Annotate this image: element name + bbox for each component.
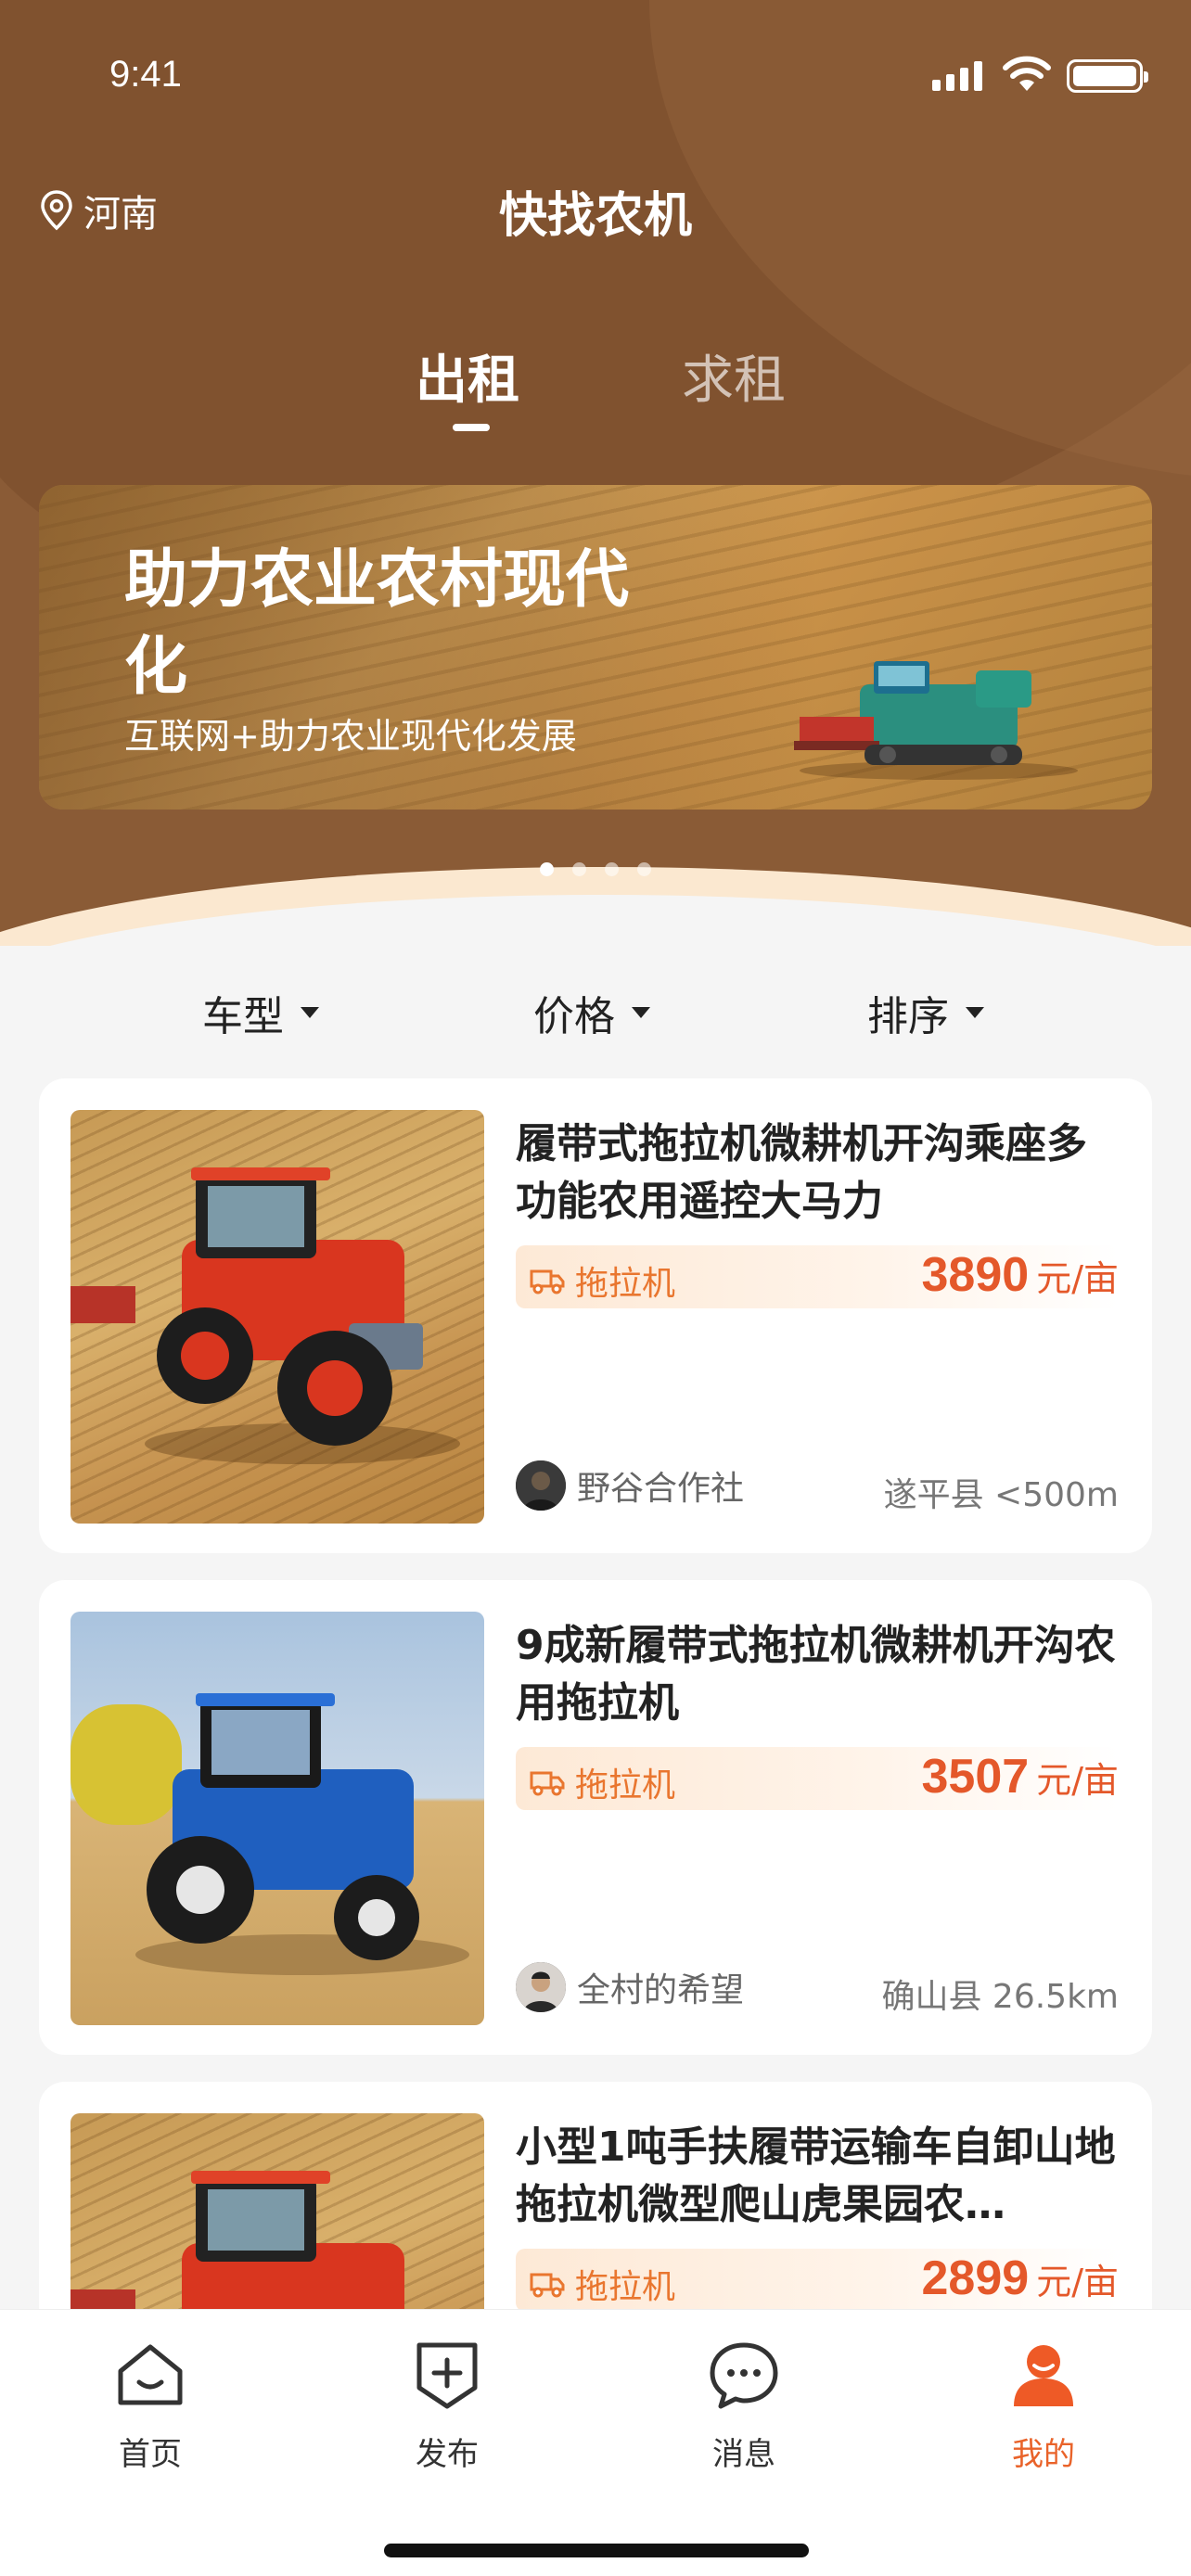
price-value: 3507 (921, 1750, 1030, 1804)
filter-bar: 车型 价格 排序 (0, 983, 1191, 1048)
listing-location: 确山县 26.5km (881, 1978, 1119, 2016)
filter-sort[interactable]: 排序 (867, 983, 984, 1042)
listing-title: 履带式拖拉机微耕机开沟乘座多功能农用遥控大马力 (516, 1120, 1087, 1225)
listing-tag-row: 拖拉机 3890 元/亩 (516, 1245, 1119, 1308)
listing-price: 2899 元/亩 (922, 2251, 1120, 2306)
tab-home[interactable]: 首页 (76, 2338, 224, 2474)
listing-card[interactable]: 履带式拖拉机微耕机开沟乘座多功能农用遥控大马力 拖拉机 3890 元/亩 野谷合… (39, 1078, 1152, 1553)
tab-label: 我的 (1012, 2436, 1075, 2473)
listing-image (70, 1612, 484, 2025)
avatar (516, 1460, 566, 1511)
bottom-tab-bar: 首页 发布 消息 我的 (0, 2309, 1191, 2576)
filter-label: 车型 (202, 993, 284, 1040)
price-value: 3890 (921, 1248, 1030, 1302)
red-tractor-image (70, 1167, 460, 1464)
message-icon (710, 2342, 778, 2409)
status-bar: 9:41 (0, 46, 1191, 111)
truck-icon (530, 2273, 565, 2298)
banner-dot-3[interactable] (605, 862, 619, 876)
banner-pagination (0, 862, 1191, 876)
seller-info[interactable]: 野谷合作社 (516, 1460, 744, 1511)
banner-dot-4[interactable] (637, 862, 651, 876)
banner-subtitle: 互联网+助力农业现代化发展 (124, 716, 577, 757)
blue-tractor-image (70, 1693, 469, 1975)
caret-down-icon (301, 1007, 319, 1018)
truck-icon (530, 1771, 565, 1796)
listing-image (70, 1110, 484, 1524)
banner-dot-2[interactable] (572, 862, 586, 876)
page-title: 快找农机 (498, 188, 692, 244)
price-unit: 元/亩 (1036, 1760, 1119, 1801)
active-tab-indicator (453, 424, 490, 431)
listing-card[interactable]: 9成新履带式拖拉机微耕机开沟农用拖拉机 拖拉机 3507 元/亩 全村的希望 确… (39, 1580, 1152, 2055)
wifi-icon (1003, 56, 1051, 91)
tab-rent-wanted[interactable]: 求租 (682, 338, 786, 414)
nav-bar: 河南 快找农机 (0, 176, 1191, 244)
profile-icon (1014, 2345, 1073, 2406)
listing-title: 9成新履带式拖拉机微耕机开沟农用拖拉机 (516, 1622, 1116, 1727)
seller-info[interactable]: 全村的希望 (516, 1962, 744, 2012)
publish-icon (416, 2342, 478, 2409)
avatar (516, 1962, 566, 2012)
listing-category: 拖拉机 (575, 1766, 676, 1804)
listing-price: 3507 元/亩 (922, 1749, 1120, 1804)
caret-down-icon (632, 1007, 650, 1018)
tab-profile[interactable]: 我的 (969, 2338, 1118, 2474)
status-time: 9:41 (109, 54, 182, 95)
tab-publish[interactable]: 发布 (373, 2338, 521, 2474)
filter-price[interactable]: 价格 (533, 983, 650, 1042)
rent-tabs: 出租 求租 (0, 338, 1191, 440)
promo-banner[interactable]: 助力农业农村现代化 互联网+助力农业现代化发展 (39, 485, 1152, 810)
home-indicator (384, 2544, 809, 2557)
tab-label: 首页 (119, 2436, 182, 2473)
filter-label: 排序 (867, 993, 949, 1040)
caret-down-icon (966, 1007, 984, 1018)
banner-dot-1[interactable] (540, 862, 554, 876)
listing-tag-row: 拖拉机 2899 元/亩 (516, 2249, 1119, 2312)
tab-label: 发布 (416, 2436, 479, 2473)
tab-label: 消息 (712, 2436, 775, 2473)
listing-price: 3890 元/亩 (922, 1247, 1120, 1303)
listing-location: 遂平县 <500m (883, 1476, 1119, 1514)
seller-name: 全村的希望 (577, 1971, 745, 2009)
price-unit: 元/亩 (1036, 1258, 1119, 1299)
filter-vehicle-type[interactable]: 车型 (202, 983, 319, 1042)
price-value: 2899 (921, 2251, 1030, 2305)
seller-name: 野谷合作社 (577, 1470, 745, 1508)
harvester-image (794, 661, 1078, 780)
price-unit: 元/亩 (1036, 2262, 1119, 2302)
listing-tag-row: 拖拉机 3507 元/亩 (516, 1747, 1119, 1810)
listing-title: 小型1吨手扶履带运输车自卸山地拖拉机微型爬山虎果园农… (516, 2123, 1116, 2228)
listing-category: 拖拉机 (575, 2268, 676, 2306)
cellular-signal-icon (932, 59, 982, 91)
tab-rent-out[interactable]: 出租 (416, 338, 519, 414)
listing-category: 拖拉机 (575, 1265, 676, 1303)
filter-label: 价格 (533, 993, 615, 1040)
banner-title: 助力农业农村现代化 (124, 543, 630, 704)
tab-messages[interactable]: 消息 (670, 2338, 818, 2474)
home-icon (118, 2344, 183, 2405)
truck-icon (530, 1269, 565, 1294)
battery-icon (1067, 59, 1148, 93)
